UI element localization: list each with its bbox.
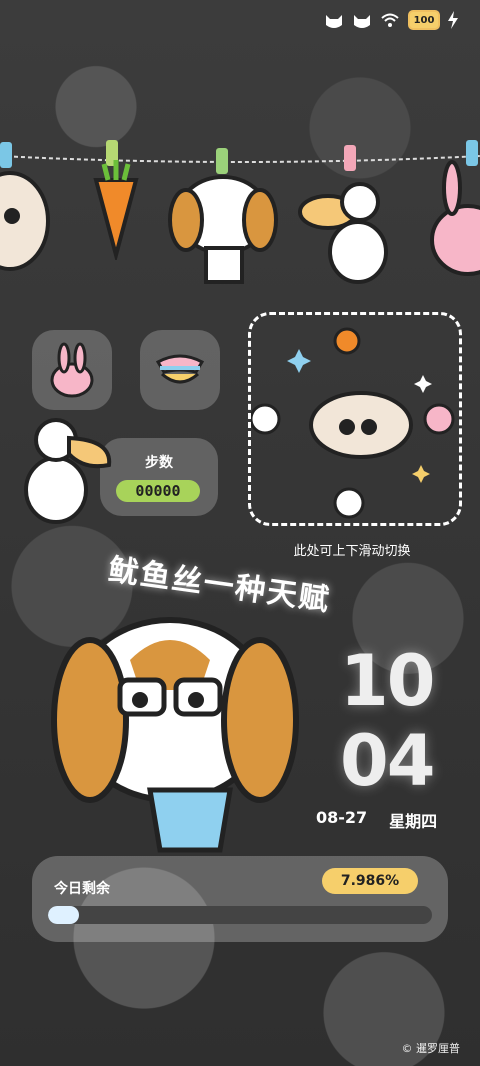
ice-cream-app-widget[interactable] <box>140 330 220 410</box>
clock-minute: 04 <box>340 720 435 802</box>
carrot-sticker[interactable] <box>86 160 146 260</box>
steps-widget[interactable]: 步数 00000 <box>100 438 218 516</box>
bunny-sticker[interactable] <box>428 160 480 280</box>
battery-icon: 100 <box>408 10 440 30</box>
swipe-sticker-area[interactable] <box>248 312 462 526</box>
date-text: 08-27 <box>316 808 368 827</box>
battery-level: 100 <box>413 14 435 26</box>
today-remaining-percent: 7.986% <box>322 868 418 894</box>
clip <box>0 142 12 168</box>
charging-bolt-icon <box>448 11 458 29</box>
clip <box>344 145 356 171</box>
clock-hour: 10 <box>340 640 435 722</box>
today-remaining-fill <box>48 906 79 924</box>
steps-label: 步数 <box>145 455 173 471</box>
status-bar: 100 <box>324 10 458 30</box>
duck-sticker[interactable] <box>298 172 390 287</box>
ice-cream-icon <box>155 354 205 384</box>
cat-face-icon <box>326 15 342 28</box>
weekday-text: 星期四 <box>389 812 438 831</box>
credit-text: © 暹罗厘普 <box>401 1042 461 1055</box>
dog-sticker[interactable] <box>168 170 278 285</box>
bunny-app-widget[interactable] <box>32 330 112 410</box>
steps-count: 00000 <box>116 480 200 502</box>
today-remaining-bar <box>48 906 432 924</box>
clothesline <box>0 155 480 163</box>
date-row: 08-27 星期四 <box>316 808 437 832</box>
crying-dog-sticker[interactable] <box>40 600 320 870</box>
pelican-sticker[interactable] <box>14 410 114 530</box>
today-remaining-widget[interactable]: 今日剩余 7.986% <box>32 856 448 942</box>
cat-sticker[interactable] <box>0 166 50 276</box>
today-remaining-label: 今日剩余 <box>54 881 110 897</box>
bunny-icon <box>50 342 94 398</box>
swipe-hint: 此处可上下滑动切换 <box>293 544 411 559</box>
wifi-icon <box>381 13 399 27</box>
cat-face-icon <box>354 15 370 28</box>
sticker-collage <box>249 327 455 519</box>
